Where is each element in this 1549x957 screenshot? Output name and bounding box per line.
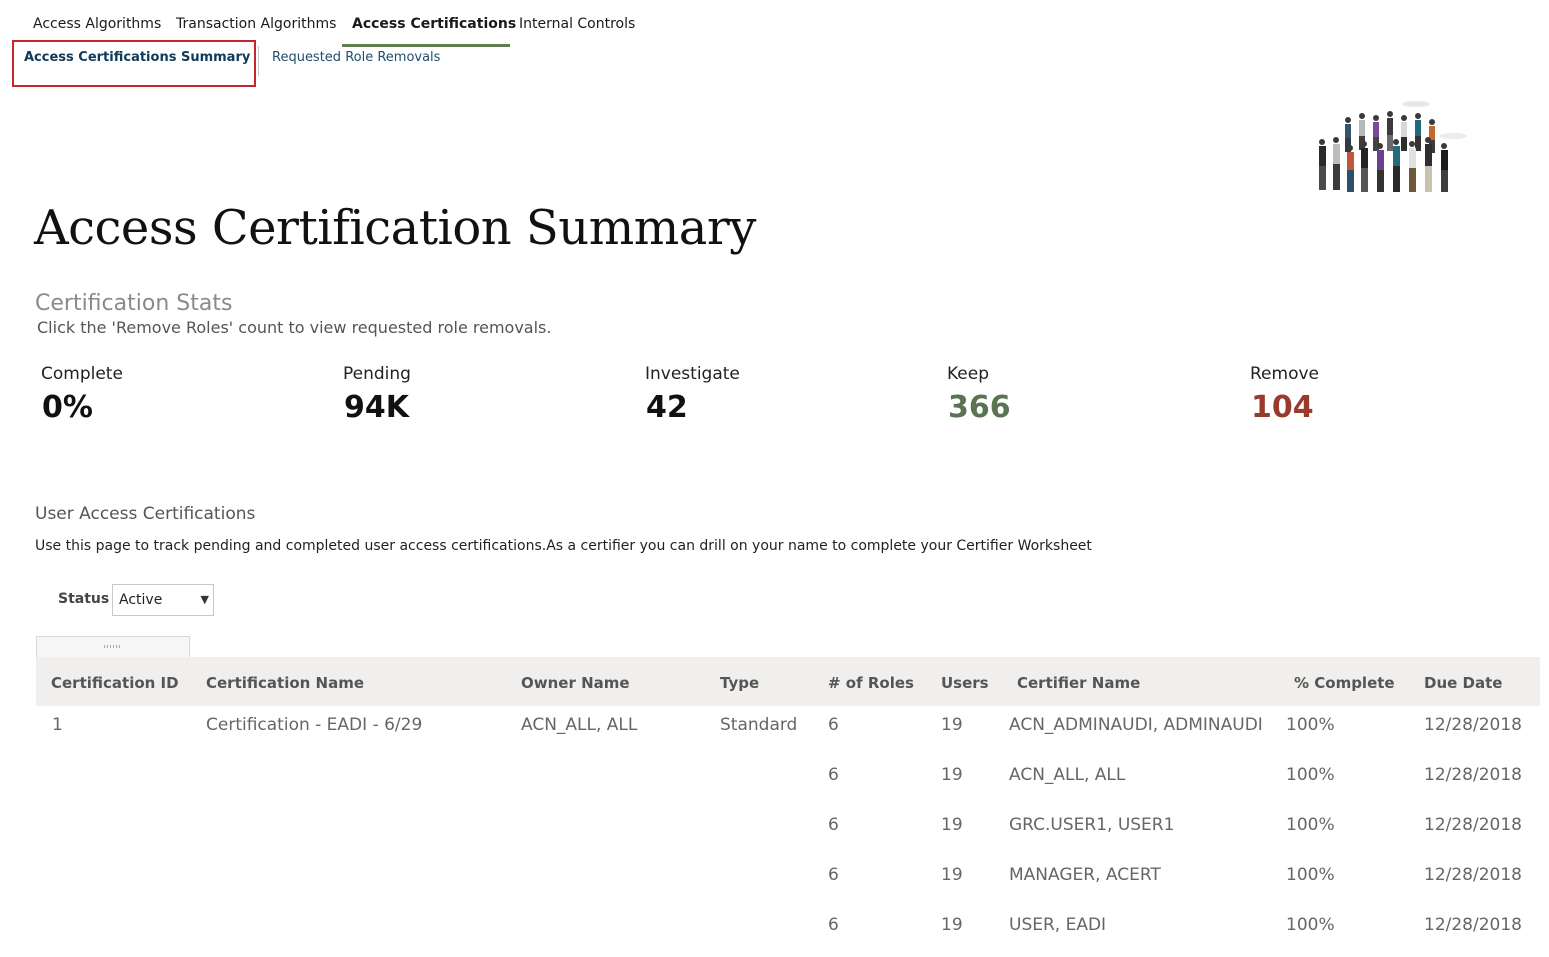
cell-roles: 6	[828, 915, 839, 935]
table-row: 6 19 MANAGER, ACERT 100% 12/28/2018	[36, 857, 1540, 907]
section-heading: User Access Certifications	[35, 504, 256, 524]
cell-roles: 6	[828, 815, 839, 835]
cell-due-date: 12/28/2018	[1424, 715, 1522, 735]
subnav-divider	[258, 46, 259, 76]
active-tab-indicator	[342, 44, 510, 47]
col-header-due-date[interactable]: Due Date	[1424, 674, 1502, 692]
stat-value-remove-link[interactable]: 104	[1251, 390, 1314, 425]
subtab-requested-role-removals[interactable]: Requested Role Removals	[272, 50, 440, 65]
stat-label: Pending	[343, 364, 411, 384]
cell-users: 19	[941, 715, 963, 735]
status-filter-label: Status	[58, 591, 110, 607]
cell-roles: 6	[828, 865, 839, 885]
cell-users: 19	[941, 765, 963, 785]
stats-heading: Certification Stats	[35, 291, 233, 316]
stat-value: 0%	[42, 390, 93, 425]
cell-percent-complete: 100%	[1286, 715, 1335, 735]
stat-label: Investigate	[645, 364, 740, 384]
cell-users: 19	[941, 915, 963, 935]
cell-certifier-name[interactable]: ACN_ADMINAUDI, ADMINAUDI	[1009, 715, 1263, 735]
cell-certification-id: 1	[52, 715, 63, 735]
page-title: Access Certification Summary	[34, 200, 756, 256]
people-illustration	[1319, 101, 1467, 192]
cell-type: Standard	[720, 715, 798, 735]
col-header-certifier-name[interactable]: Certifier Name	[1017, 674, 1140, 692]
col-header-roles[interactable]: # of Roles	[828, 674, 914, 692]
col-header-certification-name[interactable]: Certification Name	[206, 674, 364, 692]
cell-users: 19	[941, 815, 963, 835]
cell-percent-complete: 100%	[1286, 915, 1335, 935]
grip-icon	[104, 645, 122, 648]
table-row: 6 19 ACN_ALL, ALL 100% 12/28/2018	[36, 757, 1540, 807]
subtab-access-certifications-summary[interactable]: Access Certifications Summary	[24, 50, 250, 65]
col-header-type[interactable]: Type	[720, 674, 759, 692]
col-header-percent-complete[interactable]: % Complete	[1294, 674, 1395, 692]
col-header-certification-id[interactable]: Certification ID	[51, 674, 179, 692]
col-header-users[interactable]: Users	[941, 674, 989, 692]
cell-due-date: 12/28/2018	[1424, 815, 1522, 835]
status-select-value: Active	[119, 592, 163, 608]
cell-certifier-name[interactable]: ACN_ALL, ALL	[1009, 765, 1125, 785]
cell-certifier-name[interactable]: GRC.USER1, USER1	[1009, 815, 1174, 835]
table-row: 6 19 GRC.USER1, USER1 100% 12/28/2018	[36, 807, 1540, 857]
stat-label: Complete	[41, 364, 123, 384]
cell-percent-complete: 100%	[1286, 865, 1335, 885]
cell-certifier-name[interactable]: MANAGER, ACERT	[1009, 865, 1161, 885]
cell-percent-complete: 100%	[1286, 765, 1335, 785]
cell-due-date: 12/28/2018	[1424, 915, 1522, 935]
cell-roles: 6	[828, 765, 839, 785]
section-description: Use this page to track pending and compl…	[35, 538, 1092, 554]
stat-label: Remove	[1250, 364, 1319, 384]
stat-value: 42	[646, 390, 688, 425]
cell-users: 19	[941, 865, 963, 885]
cell-roles: 6	[828, 715, 839, 735]
tab-internal-controls[interactable]: Internal Controls	[519, 14, 635, 45]
col-header-owner-name[interactable]: Owner Name	[521, 674, 630, 692]
status-select[interactable]: Active ▼	[112, 584, 214, 616]
stats-help-text: Click the 'Remove Roles' count to view r…	[37, 318, 552, 337]
stat-label: Keep	[947, 364, 990, 384]
cell-owner-name: ACN_ALL, ALL	[521, 715, 638, 735]
cell-certification-name[interactable]: Certification - EADI - 6/29	[206, 715, 422, 735]
cell-percent-complete: 100%	[1286, 815, 1335, 835]
table-resize-handle[interactable]	[36, 636, 190, 657]
table-row: 1 Certification - EADI - 6/29 ACN_ALL, A…	[36, 707, 1540, 757]
tab-access-certifications[interactable]: Access Certifications	[352, 14, 516, 45]
stat-value: 94K	[344, 390, 409, 425]
cell-due-date: 12/28/2018	[1424, 865, 1522, 885]
dropdown-arrow-icon: ▼	[200, 593, 209, 606]
stat-value-keep[interactable]: 366	[948, 390, 1011, 425]
cell-certifier-name[interactable]: USER, EADI	[1009, 915, 1106, 935]
cell-due-date: 12/28/2018	[1424, 765, 1522, 785]
table-row: 6 19 USER, EADI 100% 12/28/2018	[36, 907, 1540, 957]
